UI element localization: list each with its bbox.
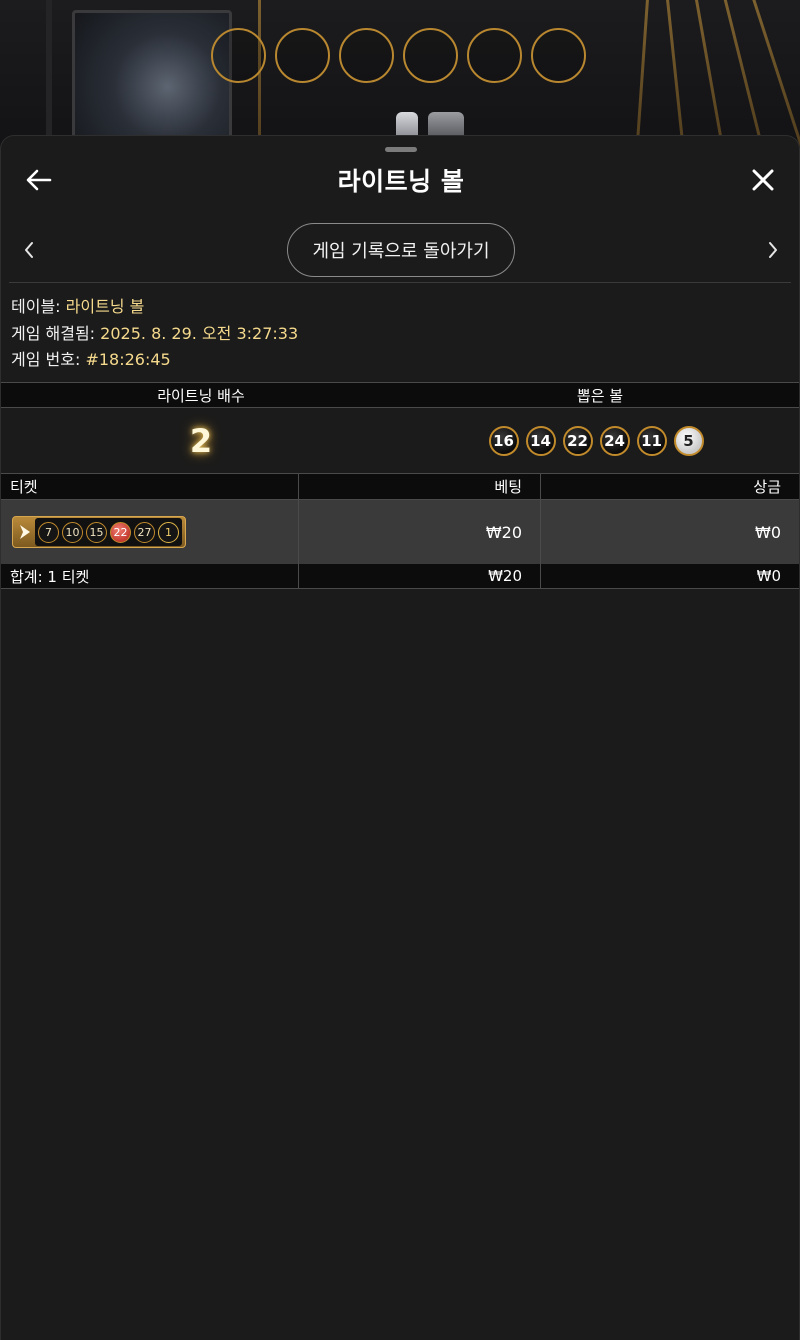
chevron-right-icon [769,242,777,258]
chevron-left-icon [25,242,33,258]
lightning-logo-icon [15,519,35,545]
ball-slot [275,28,330,83]
game-number-value: #18:26:45 [85,350,171,369]
drawn-balls-header: 뽑은 볼 [576,386,624,405]
ball-slot [467,28,522,83]
drawn-ball: 16 [488,425,519,456]
payout-column-header: 상금 [753,478,781,496]
resolved-info-row: 게임 해결됨: 2025. 8. 29. 오전 3:27:33 [11,321,298,348]
background-monitor [72,10,232,150]
table-value: 라이트닝 볼 [65,297,145,316]
sheet-header: 라이트닝 볼 [1,154,800,204]
game-number-label: 게임 번호: [11,350,81,369]
ticket-chip: 7 10 15 22 27 1 [12,516,186,548]
drawn-ball: 24 [599,425,630,456]
bet-cell: ₩20 [299,500,541,564]
tickets-table: 티켓 베팅 상금 7 10 15 22 27 1 ₩20 ₩0 합계: 1 티켓… [1,474,799,589]
divider [9,282,791,283]
total-label: 합계: 1 티켓 [1,564,299,588]
game-number-row: 게임 번호: #18:26:45 [11,347,298,374]
ticket-column-header: 티켓 [1,474,299,499]
ticket-ball: 27 [134,521,155,543]
ticket-cell: 7 10 15 22 27 1 [1,500,299,564]
drawn-balls: 16 14 22 24 11 5 [401,408,799,473]
previous-game-button[interactable] [9,230,49,270]
game-detail-sheet: 라이트닝 볼 게임 기록으로 돌아가기 테이블: 라이트닝 볼 게임 해결됨: [0,135,800,1340]
game-navigation: 게임 기록으로 돌아가기 [1,223,800,277]
ball-slot [211,28,266,83]
ball-slot [339,28,394,83]
drawn-ball: 22 [562,425,593,456]
table-row: 7 10 15 22 27 1 ₩20 ₩0 [1,500,799,564]
payout-cell: ₩0 [755,522,781,542]
next-game-button[interactable] [753,230,793,270]
lightning-multiplier: 2 [189,421,213,460]
resolved-value: 2025. 8. 29. 오전 3:27:33 [100,323,299,343]
ball-slot [531,28,586,83]
resolved-label: 게임 해결됨: [11,323,96,343]
ticket-gold-ball: 1 [158,521,179,543]
ticket-ball: 7 [38,521,59,543]
table-info-row: 테이블: 라이트닝 볼 [11,294,298,321]
table-label: 테이블: [11,297,61,316]
ticket-ball-matched: 22 [110,521,131,543]
close-button[interactable] [743,160,783,200]
total-bet: ₩20 [299,564,541,588]
result-row: 2 16 14 22 24 11 5 [1,408,799,474]
drag-handle[interactable] [385,147,417,152]
game-info: 테이블: 라이트닝 볼 게임 해결됨: 2025. 8. 29. 오전 3:27… [11,294,298,374]
drawn-ball: 11 [636,425,667,456]
result-header: 라이트닝 배수 뽑은 볼 [1,382,799,408]
ticket-ball: 15 [86,521,107,543]
drawn-bonus-ball: 5 [673,425,704,456]
bet-column-header: 베팅 [299,474,541,499]
ball-slots [211,28,586,83]
multiplier-header: 라이트닝 배수 [157,386,245,405]
sheet-title: 라이트닝 볼 [337,167,465,196]
ticket-ball: 10 [62,521,83,543]
ball-slot [403,28,458,83]
ticket-numbers: 7 10 15 22 27 1 [35,518,182,546]
total-payout: ₩0 [756,567,781,585]
close-icon [752,169,774,191]
back-to-history-button[interactable]: 게임 기록으로 돌아가기 [287,223,515,277]
tickets-total-row: 합계: 1 티켓 ₩20 ₩0 [1,564,799,589]
drawn-ball: 14 [525,425,556,456]
tickets-header-row: 티켓 베팅 상금 [1,474,799,500]
